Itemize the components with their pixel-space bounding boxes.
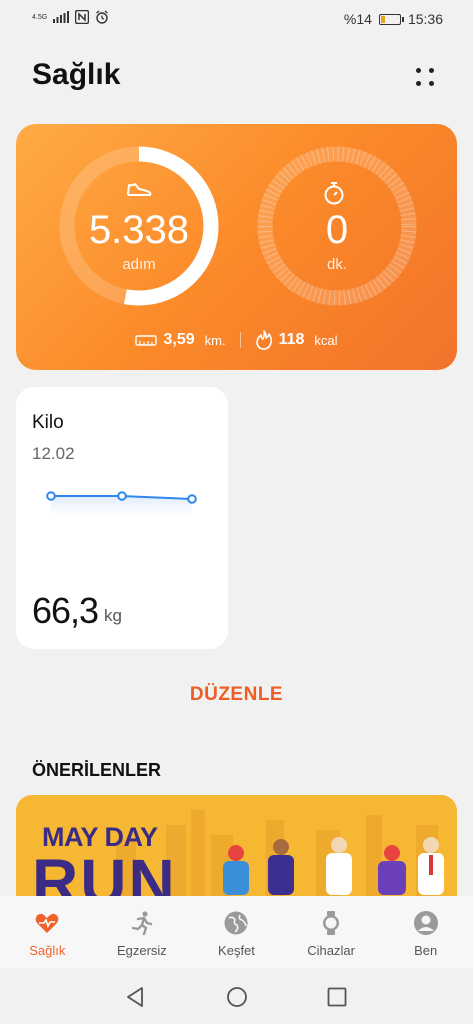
nav-item-health[interactable]: Sağlık: [0, 896, 95, 968]
running-icon: [131, 911, 153, 936]
page-title: Sağlık: [32, 58, 121, 91]
recommended-title: ÖNERİLENLER: [32, 760, 162, 780]
weight-card[interactable]: Kilo 12.02 66,3 kg: [16, 387, 228, 649]
nav-label-discover: Keşfet: [218, 943, 255, 958]
alarm-icon: [96, 10, 109, 24]
shoe-icon: [127, 183, 152, 196]
status-right: %14 15:36: [344, 11, 443, 27]
globe-icon: [224, 911, 248, 935]
system-nav-bar: [0, 968, 473, 1024]
nav-item-discover[interactable]: Keşfet: [189, 896, 284, 968]
summary-divider: [239, 332, 241, 348]
distance-unit: km.: [204, 332, 226, 348]
watch-icon: [323, 911, 340, 935]
distance-value: 3,59: [163, 331, 195, 348]
ruler-icon: [135, 335, 158, 346]
flame-icon: [255, 330, 272, 350]
nav-label-health: Sağlık: [29, 943, 66, 958]
nav-label-devices: Cihazlar: [307, 943, 355, 958]
heart-pulse-icon: [35, 913, 59, 933]
recommended-banner[interactable]: MAY DAY RUN: [16, 795, 457, 905]
weight-date: 12.02: [32, 444, 75, 463]
network-type: 4.5G: [32, 13, 48, 21]
nfc-icon: [75, 10, 90, 24]
edit-button[interactable]: DÜZENLE: [0, 684, 473, 706]
weight-value: 66,3: [32, 590, 99, 631]
weight-title: Kilo: [32, 412, 64, 433]
nav-label-exercise: Egzersiz: [116, 943, 167, 958]
stopwatch-icon: [324, 182, 344, 205]
activity-card[interactable]: 5.338 adım 0 dk. 3,59 km. 118 kcal: [16, 124, 457, 370]
status-bar: 4.5G %14 15:36: [0, 0, 473, 40]
nav-item-me[interactable]: Ben: [378, 896, 473, 968]
steps-value: 5.338: [88, 208, 190, 252]
signal-icon: [53, 11, 70, 23]
duration-unit: dk.: [326, 256, 347, 273]
nav-item-exercise[interactable]: Egzersiz: [95, 896, 190, 968]
calories-unit: kcal: [314, 332, 338, 348]
nav-item-devices[interactable]: Cihazlar: [284, 896, 379, 968]
recents-icon[interactable]: [327, 987, 347, 1007]
steps-unit: adım: [122, 256, 156, 273]
battery-percent: %14: [343, 11, 372, 27]
calories-value: 118: [278, 331, 305, 348]
battery-icon: [378, 13, 404, 25]
duration-value: 0: [325, 208, 349, 252]
clock: 15:36: [407, 11, 443, 27]
weight-trend-chart: [46, 491, 197, 523]
bottom-nav: Sağlık Egzersiz Keşfet Cihazlar Ben: [0, 896, 473, 968]
nav-label-me: Ben: [414, 943, 438, 958]
activity-summary: 3,59 km. 118 kcal: [16, 330, 457, 350]
status-left: 4.5G: [32, 10, 109, 24]
home-icon[interactable]: [226, 986, 248, 1008]
more-dots-icon[interactable]: [414, 66, 436, 88]
weight-unit: kg: [104, 606, 122, 625]
person-icon: [413, 911, 438, 935]
back-icon[interactable]: [125, 986, 145, 1008]
